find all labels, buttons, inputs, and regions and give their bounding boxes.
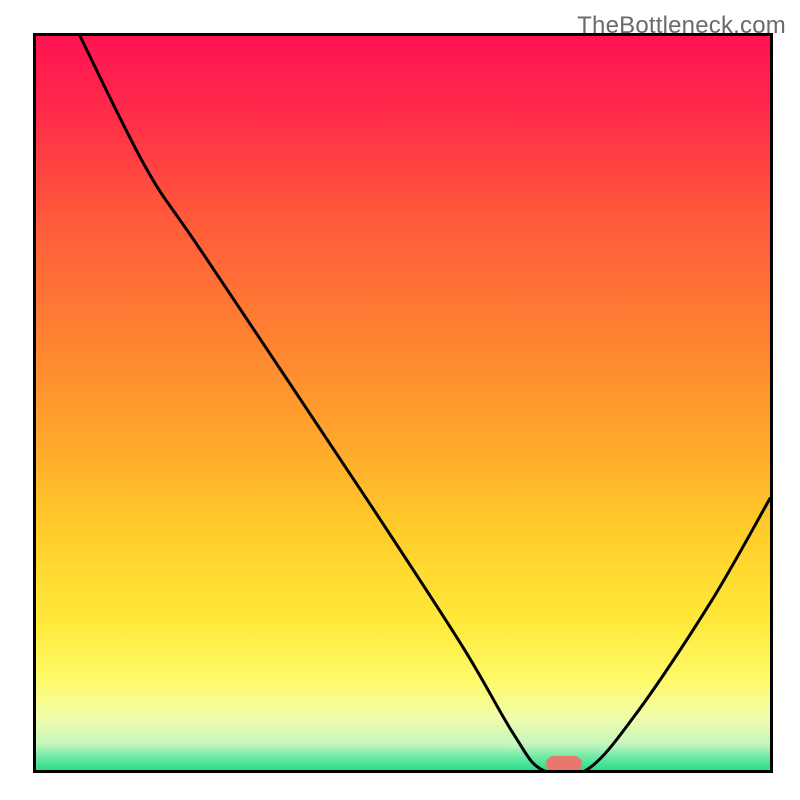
chart-container: TheBottleneck.com: [0, 0, 800, 800]
plot-area: [33, 33, 773, 773]
gradient-background: [36, 36, 770, 770]
sweet-spot-marker: [546, 756, 582, 772]
